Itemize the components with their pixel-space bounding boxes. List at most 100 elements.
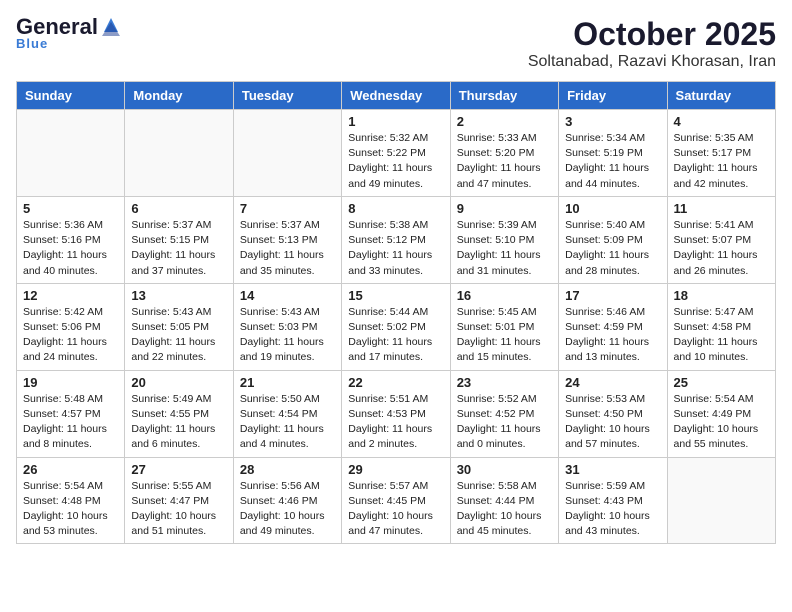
weekday-header-friday: Friday bbox=[559, 82, 667, 110]
calendar-cell: 19Sunrise: 5:48 AMSunset: 4:57 PMDayligh… bbox=[17, 370, 125, 457]
calendar-cell: 22 Sunrise: 5:51 AMSunset: 4:53 PMDayligh… bbox=[342, 370, 450, 457]
calendar-cell bbox=[667, 457, 775, 544]
calendar-cell: 10Sunrise: 5:40 AMSunset: 5:09 PMDayligh… bbox=[559, 196, 667, 283]
calendar-cell bbox=[17, 110, 125, 197]
calendar-cell: 27 Sunrise: 5:55 AMSunset: 4:47 PMDayligh… bbox=[125, 457, 233, 544]
day-number: 17 bbox=[565, 288, 660, 303]
weekday-header-thursday: Thursday bbox=[450, 82, 558, 110]
logo: General Blue bbox=[16, 16, 120, 51]
calendar-cell: 7 Sunrise: 5:37 AMSunset: 5:13 PMDaylight… bbox=[233, 196, 341, 283]
calendar-cell: 24 Sunrise: 5:53 AMSunset: 4:50 PMDayligh… bbox=[559, 370, 667, 457]
day-info: Sunrise: 5:44 AMSunset: 5:02 PMDaylight:… bbox=[348, 305, 443, 366]
day-number: 16 bbox=[457, 288, 552, 303]
calendar-week-1: 1Sunrise: 5:32 AMSunset: 5:22 PMDaylight… bbox=[17, 110, 776, 197]
logo-icon bbox=[102, 14, 120, 36]
calendar-cell: 3Sunrise: 5:34 AMSunset: 5:19 PMDaylight… bbox=[559, 110, 667, 197]
day-info: Sunrise: 5:58 AMSunset: 4:44 PMDaylight:… bbox=[457, 479, 552, 540]
calendar-week-5: 26 Sunrise: 5:54 AMSunset: 4:48 PMDayligh… bbox=[17, 457, 776, 544]
day-info: Sunrise: 5:42 AMSunset: 5:06 PMDaylight:… bbox=[23, 305, 118, 366]
calendar-cell: 14Sunrise: 5:43 AMSunset: 5:03 PMDayligh… bbox=[233, 283, 341, 370]
day-info: Sunrise: 5:59 AMSunset: 4:43 PMDaylight:… bbox=[565, 479, 660, 540]
day-number: 21 bbox=[240, 375, 335, 390]
day-info: Sunrise: 5:51 AMSunset: 4:53 PMDaylight:… bbox=[348, 392, 443, 453]
calendar-cell: 6 Sunrise: 5:37 AMSunset: 5:15 PMDaylight… bbox=[125, 196, 233, 283]
calendar-cell: 9 Sunrise: 5:39 AMSunset: 5:10 PMDaylight… bbox=[450, 196, 558, 283]
logo-blue: Blue bbox=[16, 36, 48, 51]
calendar-cell: 23 Sunrise: 5:52 AMSunset: 4:52 PMDayligh… bbox=[450, 370, 558, 457]
day-info: Sunrise: 5:37 AMSunset: 5:15 PMDaylight:… bbox=[131, 218, 226, 279]
calendar-cell: 5 Sunrise: 5:36 AMSunset: 5:16 PMDaylight… bbox=[17, 196, 125, 283]
day-number: 22 bbox=[348, 375, 443, 390]
day-info: Sunrise: 5:53 AMSunset: 4:50 PMDaylight:… bbox=[565, 392, 660, 453]
logo-general: General bbox=[16, 16, 98, 38]
day-info: Sunrise: 5:45 AMSunset: 5:01 PMDaylight:… bbox=[457, 305, 552, 366]
weekday-header-row: SundayMondayTuesdayWednesdayThursdayFrid… bbox=[17, 82, 776, 110]
day-number: 11 bbox=[674, 201, 769, 216]
calendar-cell: 11Sunrise: 5:41 AMSunset: 5:07 PMDayligh… bbox=[667, 196, 775, 283]
page-header: General Blue October 2025 Soltanabad, Ra… bbox=[16, 16, 776, 71]
calendar-cell: 15 Sunrise: 5:44 AMSunset: 5:02 PMDayligh… bbox=[342, 283, 450, 370]
calendar-cell: 21 Sunrise: 5:50 AMSunset: 4:54 PMDayligh… bbox=[233, 370, 341, 457]
title-area: October 2025 Soltanabad, Razavi Khorasan… bbox=[528, 16, 776, 71]
calendar-cell: 28 Sunrise: 5:56 AMSunset: 4:46 PMDayligh… bbox=[233, 457, 341, 544]
day-number: 27 bbox=[131, 462, 226, 477]
day-number: 6 bbox=[131, 201, 226, 216]
day-info: Sunrise: 5:43 AMSunset: 5:05 PMDaylight:… bbox=[131, 305, 226, 366]
calendar-week-4: 19Sunrise: 5:48 AMSunset: 4:57 PMDayligh… bbox=[17, 370, 776, 457]
calendar-cell: 12 Sunrise: 5:42 AMSunset: 5:06 PMDayligh… bbox=[17, 283, 125, 370]
day-info: Sunrise: 5:36 AMSunset: 5:16 PMDaylight:… bbox=[23, 218, 118, 279]
day-info: Sunrise: 5:52 AMSunset: 4:52 PMDaylight:… bbox=[457, 392, 552, 453]
day-number: 23 bbox=[457, 375, 552, 390]
day-number: 28 bbox=[240, 462, 335, 477]
day-number: 31 bbox=[565, 462, 660, 477]
calendar-cell: 25 Sunrise: 5:54 AMSunset: 4:49 PMDayligh… bbox=[667, 370, 775, 457]
day-info: Sunrise: 5:50 AMSunset: 4:54 PMDaylight:… bbox=[240, 392, 335, 453]
day-number: 30 bbox=[457, 462, 552, 477]
day-info: Sunrise: 5:34 AMSunset: 5:19 PMDaylight:… bbox=[565, 131, 660, 192]
day-number: 24 bbox=[565, 375, 660, 390]
calendar-cell: 31 Sunrise: 5:59 AMSunset: 4:43 PMDayligh… bbox=[559, 457, 667, 544]
day-info: Sunrise: 5:35 AMSunset: 5:17 PMDaylight:… bbox=[674, 131, 769, 192]
day-number: 25 bbox=[674, 375, 769, 390]
calendar-cell: 4Sunrise: 5:35 AMSunset: 5:17 PMDaylight… bbox=[667, 110, 775, 197]
day-number: 12 bbox=[23, 288, 118, 303]
calendar-cell: 30 Sunrise: 5:58 AMSunset: 4:44 PMDayligh… bbox=[450, 457, 558, 544]
day-info: Sunrise: 5:47 AMSunset: 4:58 PMDaylight:… bbox=[674, 305, 769, 366]
day-info: Sunrise: 5:54 AMSunset: 4:49 PMDaylight:… bbox=[674, 392, 769, 453]
day-number: 29 bbox=[348, 462, 443, 477]
calendar-cell bbox=[125, 110, 233, 197]
day-number: 7 bbox=[240, 201, 335, 216]
day-info: Sunrise: 5:37 AMSunset: 5:13 PMDaylight:… bbox=[240, 218, 335, 279]
day-info: Sunrise: 5:57 AMSunset: 4:45 PMDaylight:… bbox=[348, 479, 443, 540]
calendar-week-2: 5 Sunrise: 5:36 AMSunset: 5:16 PMDaylight… bbox=[17, 196, 776, 283]
day-info: Sunrise: 5:48 AMSunset: 4:57 PMDaylight:… bbox=[23, 392, 118, 453]
day-info: Sunrise: 5:56 AMSunset: 4:46 PMDaylight:… bbox=[240, 479, 335, 540]
calendar-cell: 13Sunrise: 5:43 AMSunset: 5:05 PMDayligh… bbox=[125, 283, 233, 370]
day-number: 26 bbox=[23, 462, 118, 477]
day-info: Sunrise: 5:55 AMSunset: 4:47 PMDaylight:… bbox=[131, 479, 226, 540]
day-info: Sunrise: 5:32 AMSunset: 5:22 PMDaylight:… bbox=[348, 131, 443, 192]
day-info: Sunrise: 5:46 AMSunset: 4:59 PMDaylight:… bbox=[565, 305, 660, 366]
day-info: Sunrise: 5:49 AMSunset: 4:55 PMDaylight:… bbox=[131, 392, 226, 453]
calendar-cell: 8 Sunrise: 5:38 AMSunset: 5:12 PMDaylight… bbox=[342, 196, 450, 283]
calendar-cell: 26 Sunrise: 5:54 AMSunset: 4:48 PMDayligh… bbox=[17, 457, 125, 544]
day-info: Sunrise: 5:40 AMSunset: 5:09 PMDaylight:… bbox=[565, 218, 660, 279]
calendar-cell bbox=[233, 110, 341, 197]
day-number: 5 bbox=[23, 201, 118, 216]
calendar-week-3: 12 Sunrise: 5:42 AMSunset: 5:06 PMDayligh… bbox=[17, 283, 776, 370]
weekday-header-monday: Monday bbox=[125, 82, 233, 110]
calendar-cell: 20 Sunrise: 5:49 AMSunset: 4:55 PMDayligh… bbox=[125, 370, 233, 457]
calendar-cell: 16 Sunrise: 5:45 AMSunset: 5:01 PMDayligh… bbox=[450, 283, 558, 370]
month-title: October 2025 bbox=[528, 16, 776, 53]
day-number: 20 bbox=[131, 375, 226, 390]
day-number: 2 bbox=[457, 114, 552, 129]
day-number: 15 bbox=[348, 288, 443, 303]
day-number: 9 bbox=[457, 201, 552, 216]
day-info: Sunrise: 5:39 AMSunset: 5:10 PMDaylight:… bbox=[457, 218, 552, 279]
day-info: Sunrise: 5:38 AMSunset: 5:12 PMDaylight:… bbox=[348, 218, 443, 279]
day-number: 8 bbox=[348, 201, 443, 216]
calendar-cell: 18Sunrise: 5:47 AMSunset: 4:58 PMDayligh… bbox=[667, 283, 775, 370]
calendar-cell: 29 Sunrise: 5:57 AMSunset: 4:45 PMDayligh… bbox=[342, 457, 450, 544]
day-info: Sunrise: 5:54 AMSunset: 4:48 PMDaylight:… bbox=[23, 479, 118, 540]
calendar-cell: 2Sunrise: 5:33 AMSunset: 5:20 PMDaylight… bbox=[450, 110, 558, 197]
